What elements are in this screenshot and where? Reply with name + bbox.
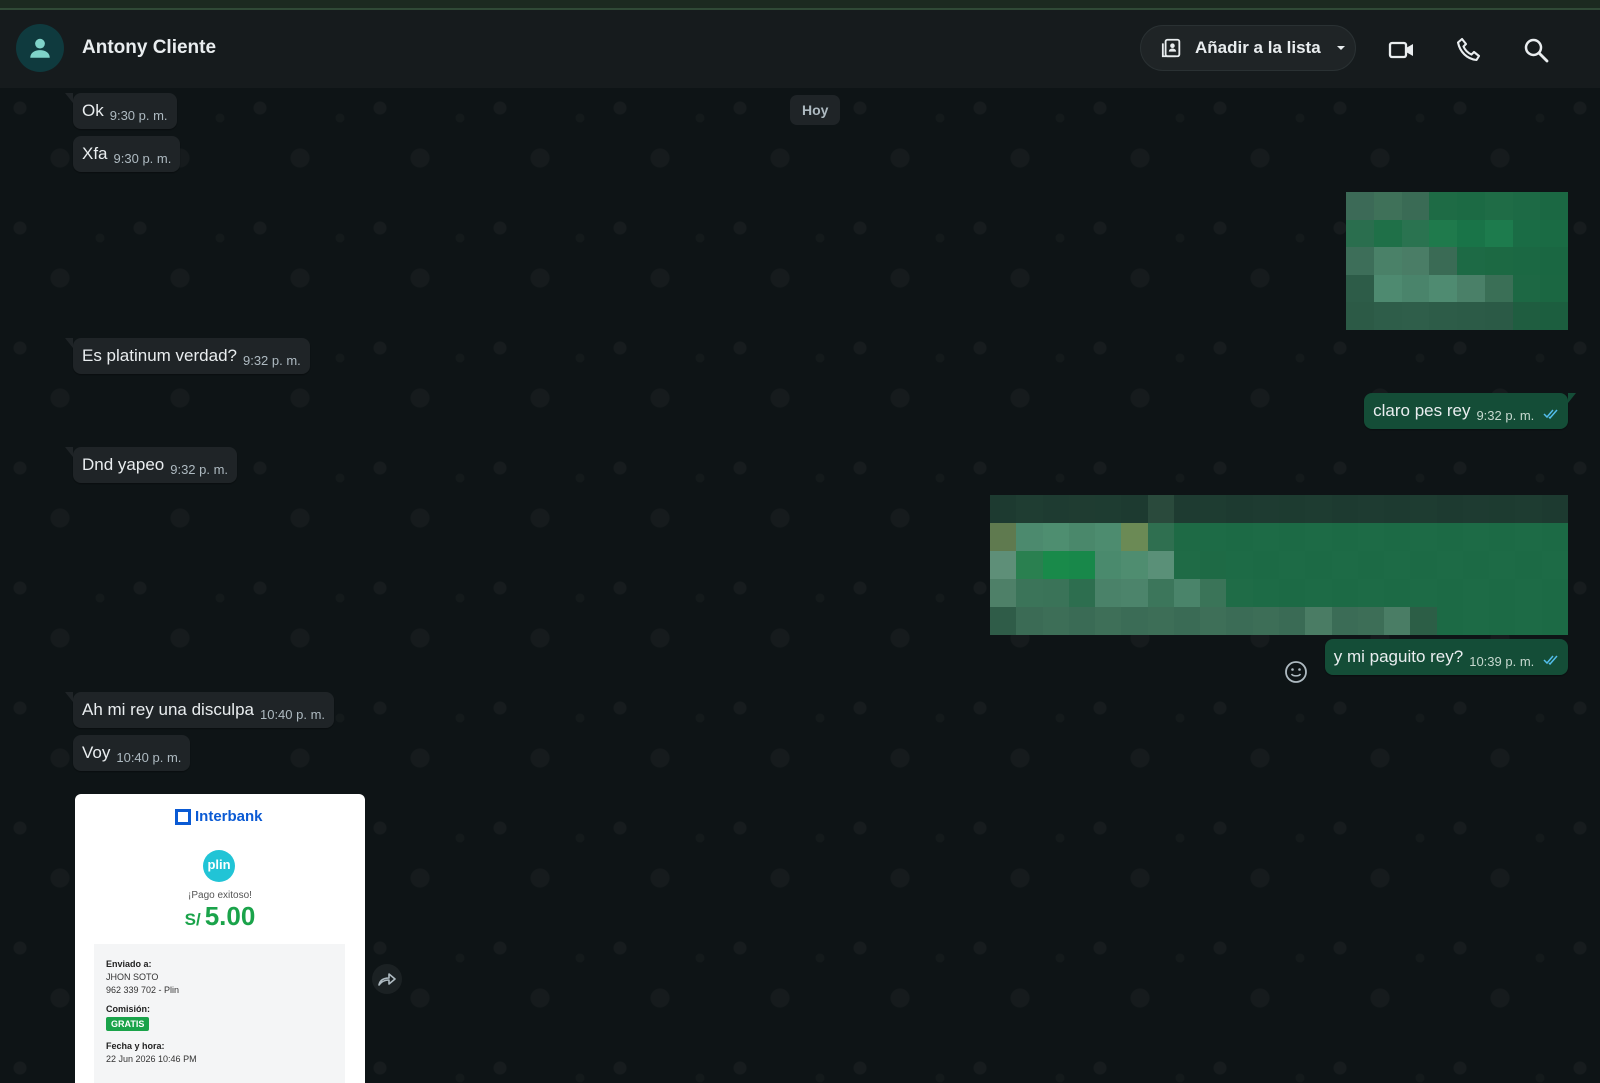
interbank-logo-icon	[175, 808, 191, 825]
message-in[interactable]: Voy 10:40 p. m.	[73, 735, 191, 771]
chat-header: Antony Cliente Añadir a la lista	[0, 10, 1600, 88]
message-time: 10:39 p. m.	[1469, 654, 1535, 669]
message-time: 10:40 p. m.	[116, 750, 182, 765]
message-in[interactable]: Xfa 9:30 p. m.	[73, 136, 181, 172]
bank-name: Interbank	[195, 808, 263, 825]
conversation-panel[interactable]: Hoy Ok 9:30 p. m. Xfa 9:30 p. m. Es platin…	[0, 88, 1600, 1083]
message-text: y mi paguito rey?	[1333, 647, 1464, 666]
message-text: claro pes rey	[1373, 401, 1471, 420]
add-to-list-button[interactable]: Añadir a la lista	[1140, 25, 1356, 71]
message-in[interactable]: Ah mi rey una disculpa 10:40 p. m.	[64, 692, 335, 728]
commission-label: Comisión:	[106, 1004, 150, 1014]
message-text: Ok	[82, 101, 104, 120]
contact-name[interactable]: Antony Cliente	[82, 37, 216, 59]
read-receipt-icon	[1543, 655, 1558, 665]
window-top-strip	[0, 0, 1600, 10]
video-call-icon[interactable]	[1388, 36, 1416, 64]
plin-badge: plin	[203, 850, 235, 882]
message-in[interactable]: Dnd yapeo 9:32 p. m.	[64, 447, 238, 483]
message-time: 9:32 p. m.	[242, 353, 301, 368]
message-time: 9:32 p. m.	[1476, 408, 1535, 423]
date-separator: Hoy	[790, 95, 841, 125]
message-out[interactable]: y mi paguito rey? 10:39 p. m.	[1324, 639, 1568, 675]
recipient-name: JHON SOTO	[106, 972, 159, 982]
datetime-value: 22 Jun 2026 10:46 PM	[106, 1054, 197, 1064]
search-icon[interactable]	[1522, 36, 1550, 64]
message-in[interactable]: Es platinum verdad? 9:32 p. m.	[65, 338, 310, 374]
payment-receipt-image[interactable]: Interbank plin ¡Pago exitoso! S/5.00 Env…	[75, 794, 365, 1083]
message-time: 9:30 p. m.	[109, 108, 168, 123]
forward-button[interactable]	[372, 964, 402, 994]
datetime-label: Fecha y hora:	[106, 1041, 165, 1051]
message-time: 9:30 p. m.	[113, 151, 172, 166]
sent-to-label: Enviado a:	[106, 959, 152, 969]
contact-avatar[interactable]	[16, 24, 64, 72]
payment-amount: S/5.00	[75, 901, 365, 932]
amount-value: 5.00	[204, 901, 256, 931]
person-avatar-icon	[30, 38, 50, 58]
commission-value: GRATIS	[106, 1017, 150, 1031]
message-text: Ah mi rey una disculpa	[82, 700, 254, 719]
emoji-reaction-icon[interactable]	[1283, 659, 1309, 685]
read-receipt-icon	[1543, 409, 1558, 419]
phone-icon[interactable]	[1455, 36, 1483, 64]
message-time: 9:32 p. m.	[170, 462, 229, 477]
payment-status: ¡Pago exitoso!	[188, 890, 252, 901]
sent-image[interactable]	[990, 495, 1568, 635]
message-text: Dnd yapeo	[82, 455, 165, 474]
receipt-details: Enviado a: JHON SOTO 962 339 702 - Plin …	[94, 944, 345, 1083]
chevron-down-icon	[1336, 46, 1345, 50]
message-time: 10:40 p. m.	[259, 707, 326, 722]
add-to-list-label: Añadir a la lista	[1195, 38, 1321, 57]
message-text: Xfa	[82, 144, 108, 163]
bank-logo: Interbank	[175, 808, 263, 825]
message-text: Voy	[82, 743, 111, 762]
forward-icon	[378, 973, 396, 986]
contact-list-icon	[1161, 38, 1181, 58]
message-text: Es platinum verdad?	[82, 346, 237, 365]
recipient-phone: 962 339 702 - Plin	[106, 985, 180, 995]
sent-image[interactable]	[1346, 192, 1568, 330]
message-in[interactable]: Ok 9:30 p. m.	[65, 93, 177, 129]
currency-symbol: S/	[184, 910, 201, 929]
message-out[interactable]: claro pes rey 9:32 p. m.	[1364, 393, 1576, 429]
